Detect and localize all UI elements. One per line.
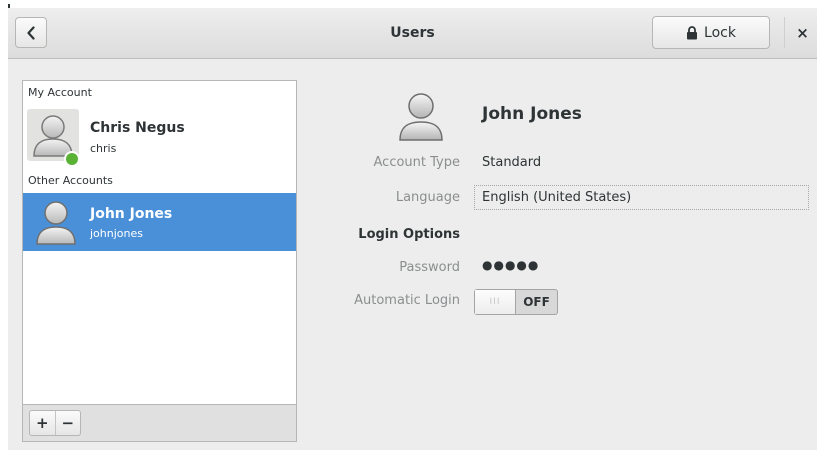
back-button[interactable]	[15, 17, 47, 48]
accounts-list: My Account Chris Negus chris Other Accou…	[22, 80, 297, 404]
language-selector[interactable]: English (United States)	[474, 185, 809, 210]
account-avatar-button[interactable]	[396, 88, 446, 148]
switch-state-label: OFF	[523, 295, 550, 309]
user-avatar-icon	[36, 201, 76, 245]
user-login: chris	[90, 142, 117, 155]
user-avatar-icon	[399, 93, 443, 141]
user-name: John Jones	[90, 206, 173, 222]
lock-button-label: Lock	[704, 24, 736, 41]
language-label: Language	[395, 190, 460, 205]
list-item-john-jones[interactable]: John Jones johnjones	[23, 193, 296, 251]
switch-knob[interactable]: III	[475, 290, 516, 314]
header-bar: Users Lock ×	[8, 8, 817, 59]
other-accounts-label: Other Accounts	[28, 174, 113, 187]
header-separator	[784, 17, 785, 48]
add-user-button[interactable]: +	[30, 411, 55, 435]
user-name: Chris Negus	[90, 120, 185, 136]
minus-icon: −	[61, 414, 75, 432]
login-options-heading: Login Options	[358, 227, 460, 242]
automatic-login-label: Automatic Login	[354, 293, 460, 308]
user-login: johnjones	[90, 227, 143, 240]
automatic-login-switch[interactable]: III OFF	[474, 289, 558, 315]
lock-icon	[687, 25, 698, 39]
close-icon: ×	[796, 23, 809, 42]
password-value[interactable]: ●●●●●	[482, 258, 539, 272]
users-settings-window: Users Lock × My Account Chris Negus chri…	[8, 8, 817, 450]
remove-user-button[interactable]: −	[54, 411, 81, 435]
plus-icon: +	[35, 414, 49, 432]
password-label: Password	[399, 260, 460, 275]
my-account-label: My Account	[28, 86, 92, 99]
list-item-chris-negus[interactable]: Chris Negus chris	[23, 105, 296, 169]
chevron-left-icon	[27, 25, 35, 40]
add-remove-group: + −	[29, 410, 81, 436]
account-type-label: Account Type	[373, 155, 460, 170]
account-full-name[interactable]: John Jones	[482, 104, 582, 124]
account-type-value[interactable]: Standard	[482, 155, 541, 170]
online-status-indicator	[64, 151, 80, 167]
lock-button[interactable]: Lock	[652, 16, 770, 49]
list-toolbar: + −	[22, 404, 297, 442]
close-button[interactable]: ×	[788, 17, 817, 48]
